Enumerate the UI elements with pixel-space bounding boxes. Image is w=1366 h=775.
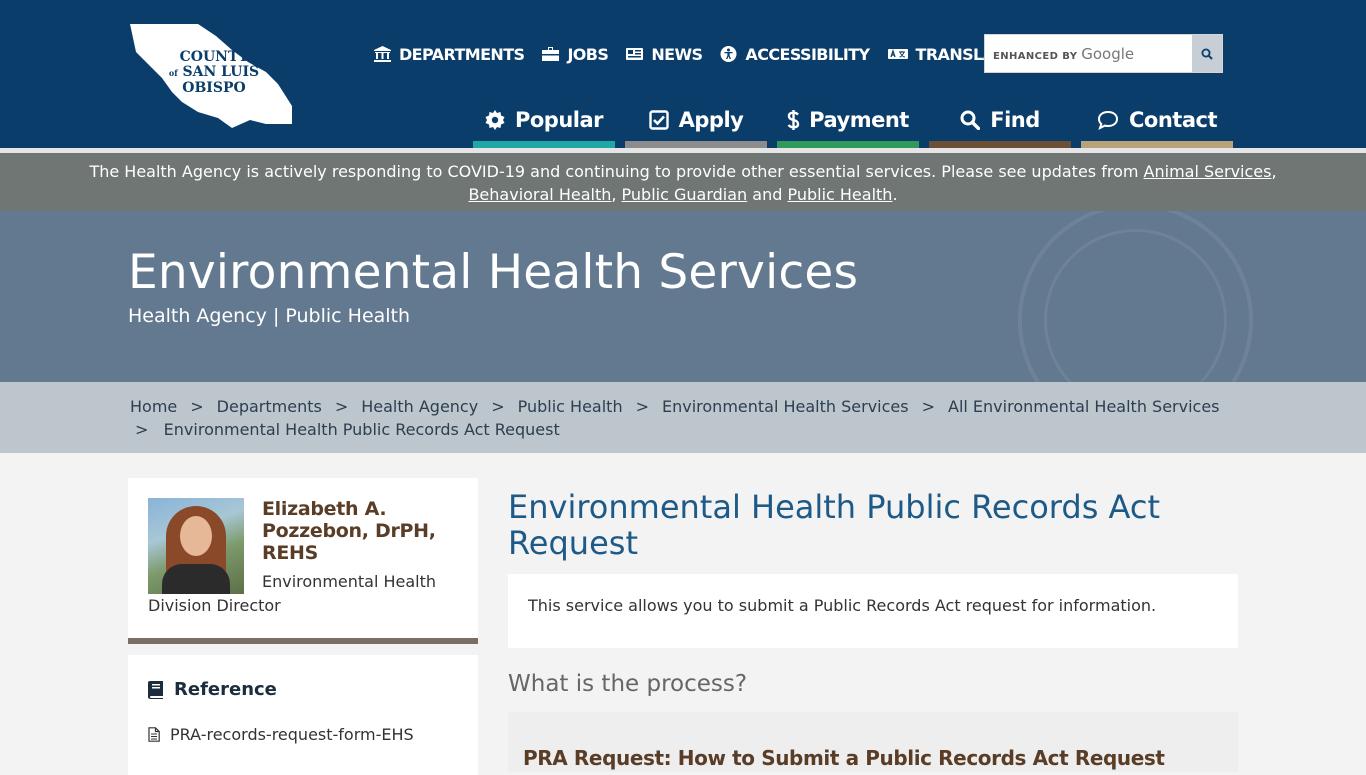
link-public-guardian[interactable]: Public Guardian — [622, 185, 748, 204]
nav-departments[interactable]: DEPARTMENTS — [374, 45, 525, 64]
nav-accessibility[interactable]: ACCESSIBILITY — [720, 45, 870, 64]
briefcase-icon — [542, 47, 560, 61]
breadcrumb-environmental-health[interactable]: Environmental Health Services — [662, 397, 909, 416]
breadcrumb-current: Environmental Health Public Records Act … — [163, 420, 560, 439]
reference-card: Reference PRA-records-request-form-EHS — [128, 655, 478, 775]
covid-alert-banner: The Health Agency is actively responding… — [0, 148, 1366, 211]
breadcrumb-health-agency[interactable]: Health Agency — [361, 397, 478, 416]
breadcrumb-departments[interactable]: Departments — [217, 397, 322, 416]
file-icon — [148, 727, 160, 742]
link-behavioral-health[interactable]: Behavioral Health — [468, 185, 611, 204]
google-search-box[interactable]: ENHANCED BY Google — [984, 34, 1223, 73]
book-icon — [148, 680, 163, 699]
reference-link-pra-form[interactable]: PRA-records-request-form-EHS — [148, 725, 414, 744]
translate-icon — [887, 48, 908, 59]
link-public-health[interactable]: Public Health — [787, 185, 892, 204]
nav-payment-bar — [777, 141, 919, 148]
intro-text: This service allows you to submit a Publ… — [528, 596, 1157, 615]
reference-heading: Reference — [148, 679, 277, 700]
newspaper-icon — [626, 48, 644, 60]
building-icon — [374, 46, 391, 62]
gear-icon — [485, 110, 505, 130]
county-seal-watermark — [1018, 211, 1253, 382]
checkbox-icon — [648, 110, 669, 130]
top-navigation: DEPARTMENTS JOBS NEWS ACCESSIBILITY TRAN… — [374, 42, 1032, 66]
search-icon — [960, 110, 981, 130]
dollar-icon — [787, 110, 800, 130]
alert-text: The Health Agency is actively responding… — [89, 162, 1144, 181]
page-title: Environmental Health Public Records Act … — [508, 488, 1160, 562]
nav-popular[interactable]: Popular — [473, 92, 615, 148]
contact-card: Elizabeth A. Pozzebon, DrPH, REHS Enviro… — [128, 478, 478, 644]
hero-subtitle: Health Agency | Public Health — [128, 305, 411, 327]
site-header: COUNTY of SAN LUIS OBISPO DEPARTMENTS JO… — [0, 0, 1366, 148]
page-hero: Environmental Health Services Health Age… — [0, 211, 1366, 382]
nav-contact-bar — [1081, 141, 1233, 148]
logo-text: COUNTY of SAN LUIS OBISPO — [168, 49, 260, 96]
search-button[interactable] — [1192, 35, 1222, 72]
nav-apply-bar — [625, 141, 767, 148]
nav-payment[interactable]: Payment — [777, 92, 919, 148]
nav-popular-bar — [473, 141, 615, 148]
chat-icon — [1097, 110, 1119, 130]
hero-title: Environmental Health Services — [128, 245, 859, 300]
nav-apply[interactable]: Apply — [625, 92, 767, 148]
intro-panel: This service allows you to submit a Publ… — [508, 574, 1238, 648]
director-name: Elizabeth A. Pozzebon, DrPH, REHS — [262, 498, 436, 564]
director-photo — [148, 498, 244, 594]
nav-find-bar — [929, 141, 1071, 148]
link-animal-services[interactable]: Animal Services — [1144, 162, 1272, 181]
search-icon — [1201, 48, 1213, 60]
process-heading: What is the process? — [508, 671, 748, 697]
breadcrumb-all-eh-services[interactable]: All Environmental Health Services — [948, 397, 1220, 416]
county-logo[interactable]: COUNTY of SAN LUIS OBISPO — [128, 22, 294, 128]
search-input[interactable]: ENHANCED BY Google — [993, 45, 1134, 63]
process-step-title[interactable]: PRA Request: How to Submit a Public Reco… — [523, 746, 1165, 770]
director-role-line2: Division Director — [148, 596, 281, 615]
breadcrumb: Home > Departments > Health Agency > Public He… — [0, 382, 1366, 453]
breadcrumb-public-health[interactable]: Public Health — [518, 397, 623, 416]
breadcrumb-home[interactable]: Home — [130, 397, 177, 416]
nav-contact[interactable]: Contact — [1081, 92, 1233, 148]
nav-news[interactable]: NEWS — [626, 45, 703, 64]
director-role-line1: Environmental Health — [262, 572, 437, 591]
process-step-panel: PRA Request: How to Submit a Public Reco… — [508, 712, 1238, 772]
nav-jobs[interactable]: JOBS — [542, 45, 609, 64]
nav-find[interactable]: Find — [929, 92, 1071, 148]
main-navigation: Popular Apply Payment Find Contact — [473, 92, 1233, 148]
accessibility-icon — [720, 46, 737, 62]
